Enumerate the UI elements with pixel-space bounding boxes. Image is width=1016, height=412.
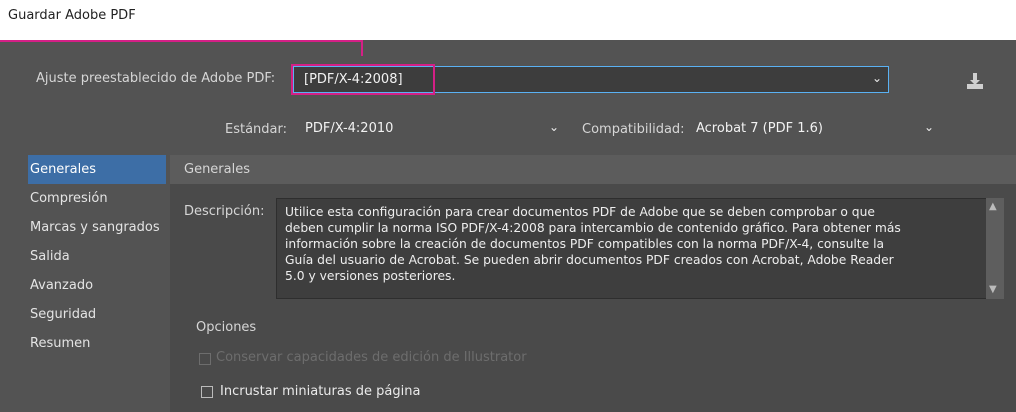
title-bar: Guardar Adobe PDF: [0, 0, 1016, 40]
standard-label: Estándar:: [225, 122, 288, 137]
sidebar-item-avanzado[interactable]: Avanzado: [28, 271, 166, 300]
chevron-down-icon: ⌄: [872, 71, 883, 85]
sidebar-item-salida[interactable]: Salida: [28, 242, 166, 271]
embed-thumbnails-checkbox[interactable]: [201, 386, 213, 398]
sidebar: Generales Compresión Marcas y sangrados …: [28, 155, 166, 358]
preserve-editing-label: Conservar capacidades de edición de Illu…: [216, 350, 527, 365]
save-preset-icon[interactable]: [964, 70, 986, 92]
options-label: Opciones: [196, 320, 257, 335]
compatibility-label: Compatibilidad:: [582, 122, 685, 137]
compatibility-dropdown[interactable]: Acrobat 7 (PDF 1.6) ⌄: [690, 116, 940, 142]
sidebar-item-seguridad[interactable]: Seguridad: [28, 300, 166, 329]
chevron-down-icon: ⌄: [549, 120, 560, 134]
description-label: Descripción:: [184, 204, 265, 219]
description-text: Utilice esta configuración para crear do…: [285, 205, 901, 283]
sidebar-item-resumen[interactable]: Resumen: [28, 329, 166, 358]
compatibility-value: Acrobat 7 (PDF 1.6): [696, 121, 823, 136]
embed-thumbnails-label: Incrustar miniaturas de página: [220, 384, 421, 399]
sidebar-item-marcas[interactable]: Marcas y sangrados: [28, 213, 166, 242]
panel-title: Generales: [184, 162, 251, 177]
description-scrollbar[interactable]: ▲ ▼: [986, 198, 1004, 299]
description-box: Utilice esta configuración para crear do…: [276, 198, 990, 299]
callout-line: [0, 40, 363, 56]
sidebar-item-generales[interactable]: Generales: [28, 155, 166, 184]
scroll-up-icon[interactable]: ▲: [989, 201, 997, 212]
preset-label: Ajuste preestablecido de Adobe PDF:: [36, 71, 276, 86]
standard-value: PDF/X-4:2010: [305, 121, 394, 136]
window-title: Guardar Adobe PDF: [8, 8, 136, 23]
preserve-editing-checkbox[interactable]: [199, 353, 211, 365]
callout-highlight: [291, 64, 435, 95]
panel-header: Generales: [170, 155, 1016, 184]
chevron-down-icon: ⌄: [924, 120, 935, 134]
scroll-down-icon[interactable]: ▼: [989, 284, 997, 295]
standard-dropdown[interactable]: PDF/X-4:2010 ⌄: [299, 116, 565, 142]
sidebar-item-compresion[interactable]: Compresión: [28, 184, 166, 213]
